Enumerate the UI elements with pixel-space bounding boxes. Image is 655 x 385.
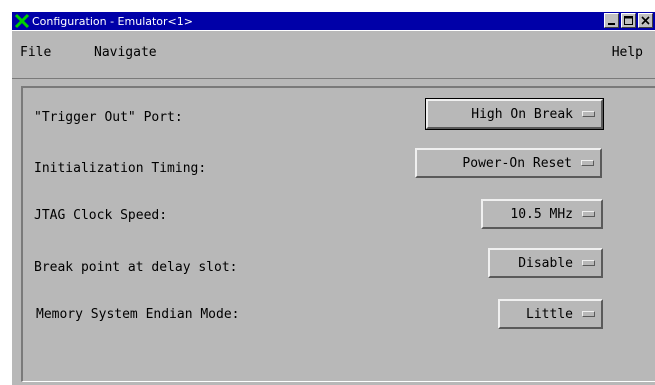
menu-bar: File Navigate Help: [12, 30, 655, 79]
option-menu-indicator-icon: [582, 111, 595, 117]
configuration-window: Configuration - Emulator<1> File Navigat…: [11, 11, 655, 385]
maximize-icon: [624, 16, 633, 25]
x-logo-icon: [14, 13, 30, 29]
initialization-timing-value: Power-On Reset: [462, 155, 572, 171]
jtag-clock-speed-select[interactable]: 10.5 MHz: [481, 199, 603, 229]
trigger-out-port-value: High On Break: [471, 106, 573, 122]
break-point-delay-slot-label: Break point at delay slot:: [34, 260, 238, 275]
initialization-timing-select[interactable]: Power-On Reset: [415, 148, 602, 178]
menu-help[interactable]: Help: [612, 45, 643, 60]
minimize-button[interactable]: [604, 13, 619, 28]
jtag-clock-speed-value: 10.5 MHz: [510, 206, 573, 222]
trigger-out-port-select[interactable]: High On Break: [425, 98, 604, 130]
initialization-timing-label: Initialization Timing:: [34, 161, 207, 176]
memory-endian-mode-label: Memory System Endian Mode:: [36, 307, 240, 322]
settings-panel: [21, 86, 655, 382]
trigger-out-port-label: "Trigger Out" Port:: [34, 110, 183, 125]
close-button[interactable]: [638, 13, 653, 28]
menu-file[interactable]: File: [20, 45, 51, 60]
close-icon: [641, 16, 650, 25]
break-point-delay-slot-select[interactable]: Disable: [488, 248, 603, 278]
option-menu-indicator-icon: [582, 260, 595, 266]
memory-endian-mode-select[interactable]: Little: [498, 299, 603, 329]
option-menu-indicator-icon: [581, 160, 594, 166]
window-title: Configuration - Emulator<1>: [32, 14, 193, 28]
title-bar[interactable]: Configuration - Emulator<1>: [12, 12, 655, 30]
memory-endian-mode-value: Little: [526, 306, 573, 322]
minimize-icon: [608, 23, 615, 25]
option-menu-indicator-icon: [582, 311, 595, 317]
maximize-button[interactable]: [621, 13, 636, 28]
break-point-delay-slot-value: Disable: [518, 255, 573, 271]
jtag-clock-speed-label: JTAG Clock Speed:: [34, 208, 168, 223]
menu-navigate[interactable]: Navigate: [94, 45, 157, 60]
option-menu-indicator-icon: [582, 211, 595, 217]
window-controls: [604, 13, 655, 29]
